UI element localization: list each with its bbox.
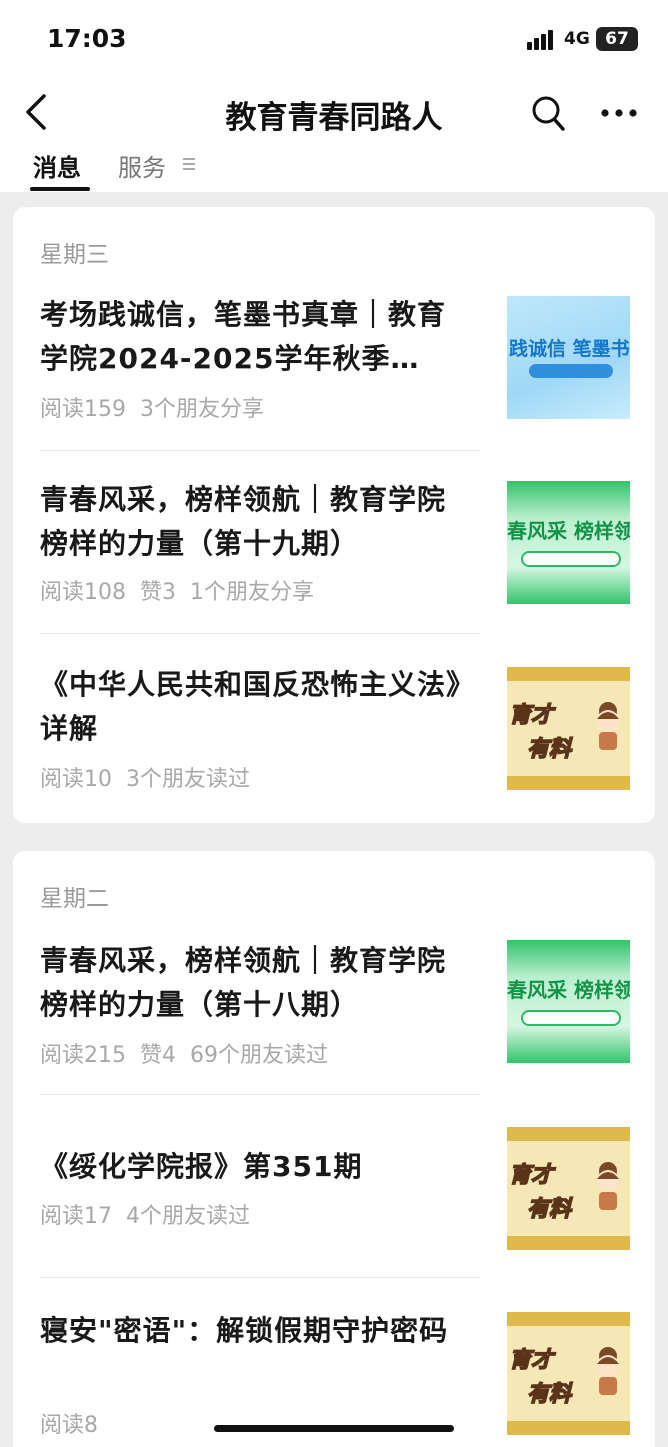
cartoon-girl-icon [597, 1347, 619, 1395]
tab-services[interactable]: 服务 [118, 148, 166, 183]
more-icon[interactable] [600, 108, 638, 118]
article-item[interactable]: 《中华人民共和国反恐怖主义法》详解 阅读10 3个朋友读过 育才 有料 [13, 659, 655, 819]
article-meta: 阅读108 赞3 1个朋友分享 [40, 580, 314, 605]
article-thumbnail: 春风采 榜样领 [507, 940, 630, 1063]
cartoon-girl-icon [597, 702, 619, 750]
active-tab-indicator [30, 187, 90, 191]
article-title: 考场践诚信，笔墨书真章｜教育学院2024-2025学年秋季… [40, 298, 447, 375]
battery-icon: 67 [596, 27, 638, 51]
day-label: 星期二 [40, 886, 109, 912]
article-item[interactable]: 青春风采，榜样领航｜教育学院榜样的力量（第十九期） 阅读108 赞3 1个朋友分享 … [13, 474, 655, 634]
article-thumbnail: 春风采 榜样领 [507, 481, 630, 604]
article-title: 寝安"密语"：解锁假期守护密码 [40, 1314, 449, 1347]
divider [40, 450, 480, 451]
article-item[interactable]: 《绥化学院报》第351期 阅读17 4个朋友读过 育才 有料 [13, 1127, 655, 1287]
network-type: 4G [564, 29, 590, 49]
article-title: 《绥化学院报》第351期 [40, 1150, 363, 1183]
status-time: 17:03 [47, 24, 127, 53]
home-indicator[interactable] [214, 1425, 454, 1432]
cartoon-girl-icon [597, 1162, 619, 1210]
article-meta: 阅读8 [40, 1413, 98, 1438]
message-group: 星期二 青春风采，榜样领航｜教育学院榜样的力量（第十八期） 阅读215 赞4 69个… [13, 851, 655, 1447]
article-item[interactable]: 青春风采，榜样领航｜教育学院榜样的力量（第十八期） 阅读215 赞4 69个朋友读过… [13, 939, 655, 1099]
page-title: 教育青春同路人 [225, 100, 443, 136]
article-thumbnail: 育才 有料 [507, 1127, 630, 1250]
article-title: 《中华人民共和国反恐怖主义法》详解 [40, 668, 462, 745]
article-thumbnail: 践诚信 笔墨书 [507, 296, 630, 419]
article-title: 青春风采，榜样领航｜教育学院榜样的力量（第十九期） [40, 483, 447, 560]
day-label: 星期三 [40, 242, 109, 268]
article-meta: 阅读159 3个朋友分享 [40, 397, 264, 422]
menu-icon[interactable] [183, 158, 195, 172]
article-item[interactable]: 考场践诚信，笔墨书真章｜教育学院2024-2025学年秋季… 阅读159 3个朋友… [13, 289, 655, 449]
message-group: 星期三 考场践诚信，笔墨书真章｜教育学院2024-2025学年秋季… 阅读159… [13, 207, 655, 823]
divider [40, 633, 480, 634]
article-thumbnail: 育才 有料 [507, 667, 630, 790]
article-thumbnail: 育才 有料 [507, 1312, 630, 1435]
article-meta: 阅读17 4个朋友读过 [40, 1204, 250, 1229]
divider [40, 1094, 480, 1095]
tab-messages[interactable]: 消息 [33, 148, 81, 183]
article-meta: 阅读10 3个朋友读过 [40, 767, 250, 792]
divider [40, 1277, 480, 1278]
article-meta: 阅读215 赞4 69个朋友读过 [40, 1043, 328, 1068]
search-icon[interactable] [530, 94, 566, 132]
article-title: 青春风采，榜样领航｜教育学院榜样的力量（第十八期） [40, 944, 447, 1021]
signal-icon [527, 28, 557, 50]
